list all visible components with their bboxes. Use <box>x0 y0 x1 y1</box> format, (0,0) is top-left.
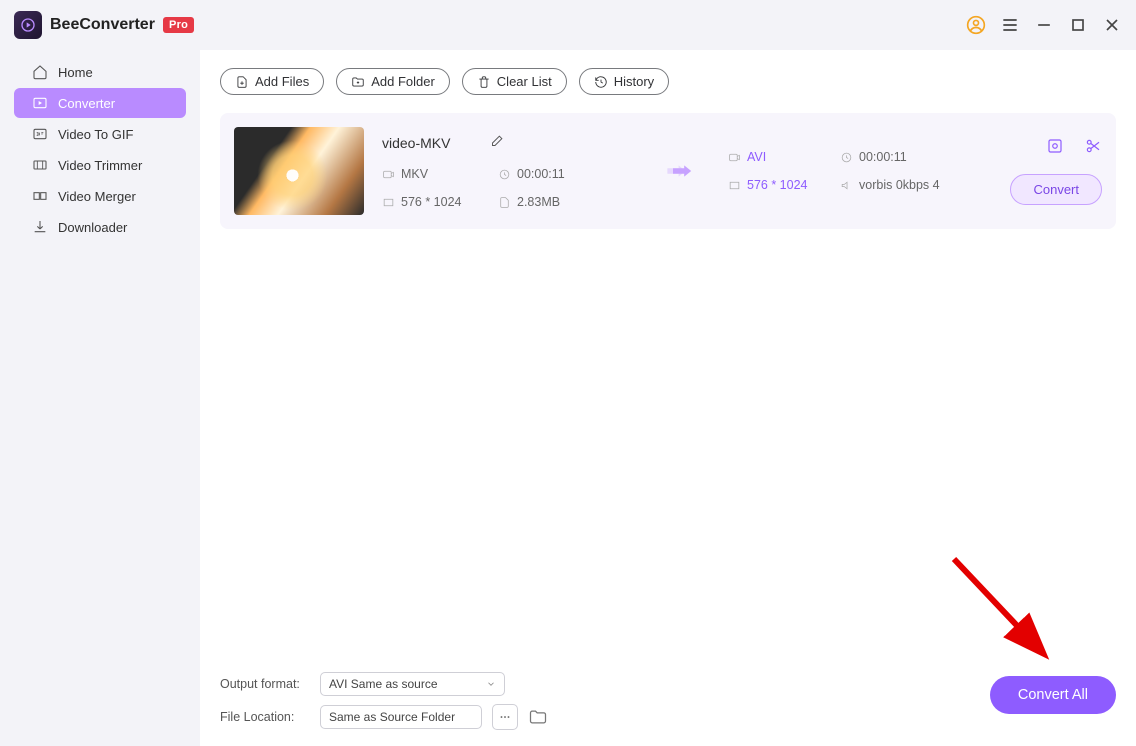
edit-title-button[interactable] <box>490 133 505 153</box>
converter-icon <box>32 95 48 111</box>
resolution-icon <box>382 196 395 209</box>
annotation-arrow <box>946 551 1066 676</box>
window-minimize-icon[interactable] <box>1034 15 1054 35</box>
toolbar: Add Files Add Folder Clear List History <box>200 50 1136 113</box>
sidebar-item-downloader[interactable]: Downloader <box>14 212 186 242</box>
source-size: 2.83MB <box>498 195 608 209</box>
target-resolution[interactable]: 576 * 1024 <box>728 178 838 192</box>
convert-button[interactable]: Convert <box>1010 174 1102 205</box>
window-controls <box>966 15 1122 35</box>
downloader-icon <box>32 219 48 235</box>
sidebar: Home Converter Video To GIF Video Trimme… <box>0 50 200 746</box>
app-name: BeeConverter <box>50 16 155 34</box>
conversion-arrow <box>650 161 710 181</box>
settings-button[interactable] <box>1046 137 1064 160</box>
sidebar-item-label: Downloader <box>58 220 127 235</box>
sidebar-item-video-merger[interactable]: Video Merger <box>14 181 186 211</box>
clock-icon <box>498 168 511 181</box>
file-location-select[interactable]: Same as Source Folder <box>320 705 482 729</box>
title-left: BeeConverter Pro <box>14 11 194 39</box>
browse-location-button[interactable] <box>492 704 518 730</box>
sidebar-item-label: Video To GIF <box>58 127 133 142</box>
sidebar-item-label: Video Trimmer <box>58 158 142 173</box>
clock-icon <box>840 151 853 164</box>
target-duration: 00:00:11 <box>840 150 960 164</box>
button-label: Add Files <box>255 74 309 89</box>
select-value: AVI Same as source <box>329 677 438 691</box>
scissors-icon <box>1084 137 1102 155</box>
sidebar-item-video-trimmer[interactable]: Video Trimmer <box>14 150 186 180</box>
trash-icon <box>477 75 491 89</box>
select-value: Same as Source Folder <box>329 710 455 724</box>
merger-icon <box>32 188 48 204</box>
sidebar-item-converter[interactable]: Converter <box>14 88 186 118</box>
sidebar-item-home[interactable]: Home <box>14 57 186 87</box>
add-folder-icon <box>351 75 365 89</box>
file-icon <box>498 196 511 209</box>
resolution-icon <box>728 179 741 192</box>
button-label: Convert <box>1033 182 1079 197</box>
output-format-label: Output format: <box>220 677 310 691</box>
file-card: video-MKV MKV 00:00:11 <box>220 113 1116 229</box>
audio-icon <box>840 179 853 192</box>
add-folder-button[interactable]: Add Folder <box>336 68 450 95</box>
footer: Output format: AVI Same as source File L… <box>200 664 1136 738</box>
folder-icon <box>528 707 548 727</box>
trimmer-icon <box>32 157 48 173</box>
file-title: video-MKV <box>382 135 450 151</box>
source-resolution: 576 * 1024 <box>382 195 492 209</box>
button-label: Add Folder <box>371 74 435 89</box>
sidebar-item-label: Converter <box>58 96 115 111</box>
trim-button[interactable] <box>1084 137 1102 160</box>
target-format[interactable]: AVI <box>728 150 838 164</box>
user-icon[interactable] <box>966 15 986 35</box>
arrow-right-icon <box>666 161 694 181</box>
window-close-icon[interactable] <box>1102 15 1122 35</box>
clear-list-button[interactable]: Clear List <box>462 68 567 95</box>
convert-all-button[interactable]: Convert All <box>990 676 1116 714</box>
home-icon <box>32 64 48 80</box>
source-format: MKV <box>382 167 492 181</box>
add-files-button[interactable]: Add Files <box>220 68 324 95</box>
app-logo <box>14 11 42 39</box>
titlebar: BeeConverter Pro <box>0 0 1136 50</box>
add-files-icon <box>235 75 249 89</box>
file-location-label: File Location: <box>220 710 310 724</box>
menu-icon[interactable] <box>1000 15 1020 35</box>
sidebar-item-label: Video Merger <box>58 189 136 204</box>
output-format-select[interactable]: AVI Same as source <box>320 672 505 696</box>
history-button[interactable]: History <box>579 68 669 95</box>
pencil-icon <box>490 133 505 148</box>
main-area: Add Files Add Folder Clear List History … <box>200 50 1136 746</box>
sidebar-item-video-to-gif[interactable]: Video To GIF <box>14 119 186 149</box>
open-folder-button[interactable] <box>528 707 548 727</box>
button-label: Convert All <box>1018 687 1088 703</box>
chevron-down-icon <box>486 679 496 689</box>
more-icon <box>498 710 512 724</box>
target-info: AVI 00:00:11 576 * 1024 vorbis 0kbps 4 <box>728 150 960 192</box>
pro-badge: Pro <box>163 17 194 33</box>
source-duration: 00:00:11 <box>498 167 608 181</box>
button-label: Clear List <box>497 74 552 89</box>
settings-icon <box>1046 137 1064 155</box>
shell: Home Converter Video To GIF Video Trimme… <box>0 50 1136 746</box>
video-icon <box>382 168 395 181</box>
video-icon <box>728 151 741 164</box>
sidebar-item-label: Home <box>58 65 93 80</box>
video-to-gif-icon <box>32 126 48 142</box>
button-label: History <box>614 74 654 89</box>
history-icon <box>594 75 608 89</box>
target-audio: vorbis 0kbps 4 <box>840 178 960 192</box>
window-maximize-icon[interactable] <box>1068 15 1088 35</box>
source-info: video-MKV MKV 00:00:11 <box>382 133 632 209</box>
file-actions: Convert <box>978 137 1102 205</box>
video-thumbnail[interactable] <box>234 127 364 215</box>
